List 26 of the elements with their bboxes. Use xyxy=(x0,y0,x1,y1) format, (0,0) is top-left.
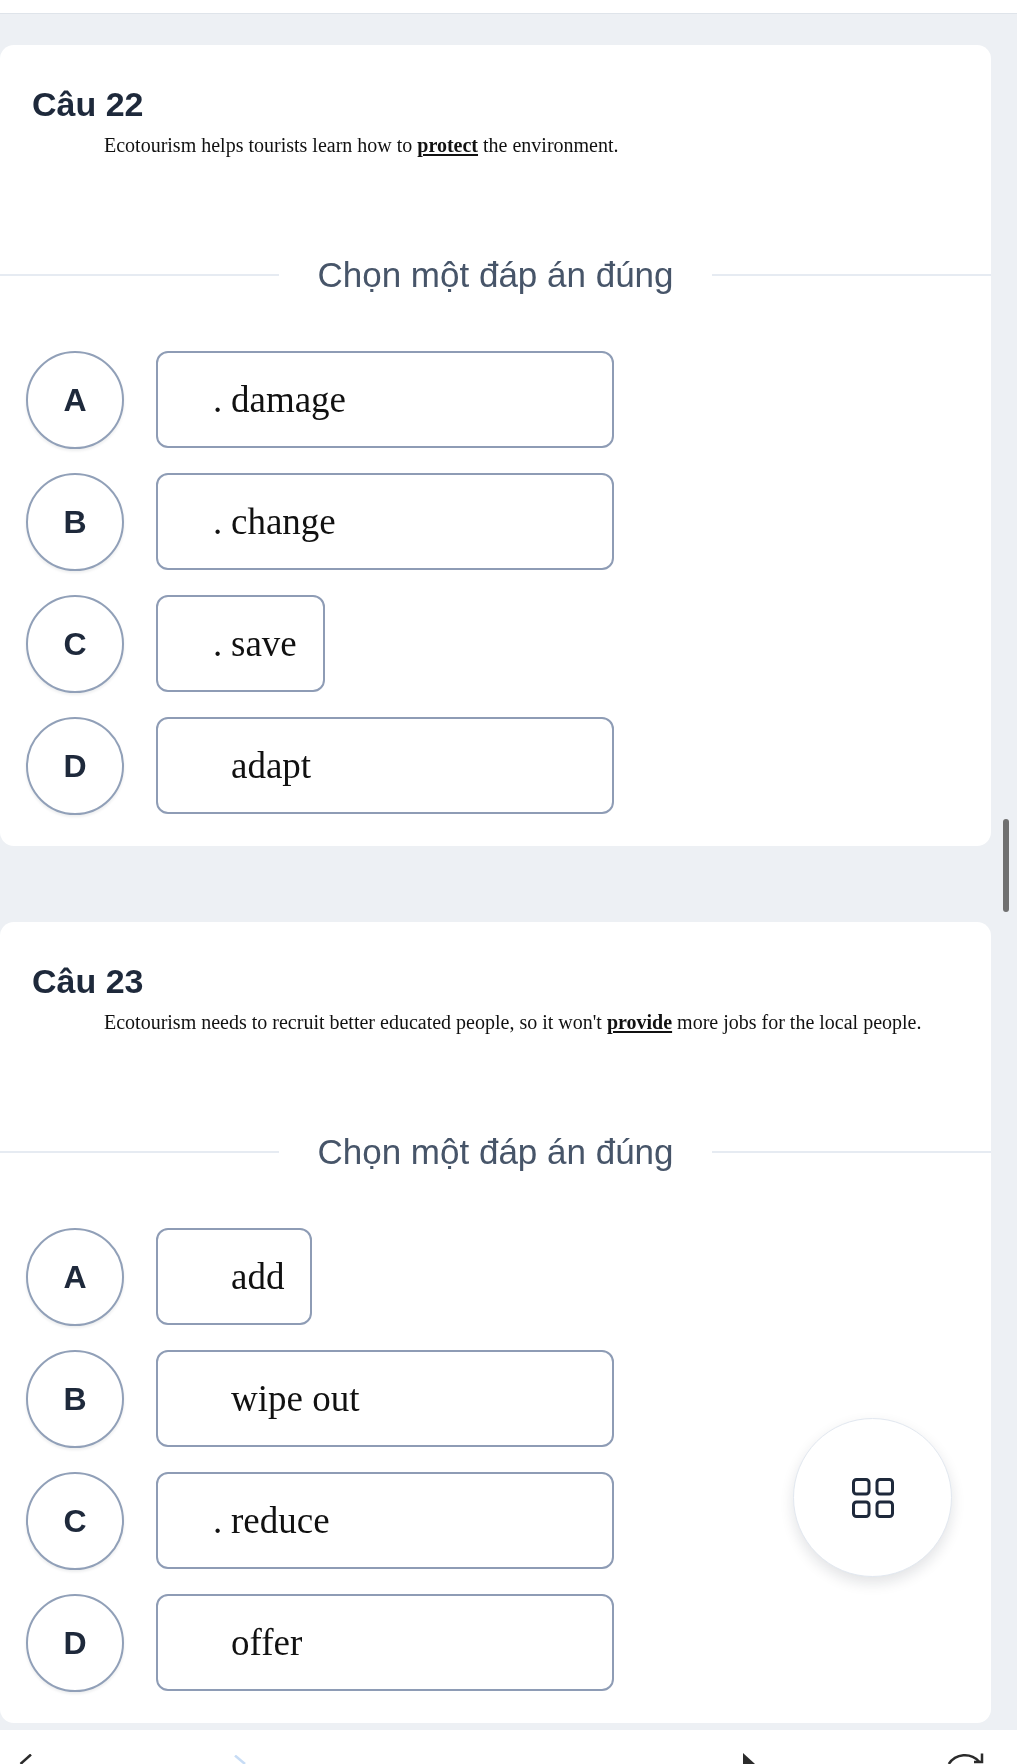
answer-option[interactable]: adapt xyxy=(156,717,614,815)
option-letter[interactable]: B xyxy=(26,1349,124,1448)
option-letter[interactable]: A xyxy=(26,1227,124,1326)
scrollbar-thumb[interactable] xyxy=(1003,819,1009,912)
grid-icon xyxy=(851,1477,894,1518)
option-letter[interactable]: D xyxy=(26,1593,124,1692)
option-letter[interactable]: B xyxy=(26,472,124,571)
question-sentence: Ecotourism helps tourists learn how to protect the environment. xyxy=(104,132,620,159)
question-title: Câu 23 xyxy=(32,960,144,1002)
triangle-icon[interactable] xyxy=(743,1753,755,1764)
answer-option[interactable]: . damage xyxy=(156,351,614,449)
question-sentence: Ecotourism needs to recruit better educated people, so it won't provide more jobs for the local people. xyxy=(104,1009,923,1036)
option-letter[interactable]: A xyxy=(26,350,124,449)
answer-option[interactable]: add xyxy=(156,1228,313,1326)
option-letter[interactable]: C xyxy=(26,1471,124,1570)
option-letter[interactable]: D xyxy=(26,716,124,815)
answer-option[interactable]: . save xyxy=(156,595,325,693)
answer-prompt: Chọn một đáp án đúng xyxy=(317,253,674,296)
chevron-left-icon[interactable] xyxy=(19,1754,32,1764)
answer-option[interactable]: . reduce xyxy=(156,1472,614,1570)
option-letter[interactable]: C xyxy=(26,594,124,693)
answer-option[interactable]: . change xyxy=(156,473,614,571)
answer-option[interactable]: offer xyxy=(156,1594,614,1692)
question-title: Câu 22 xyxy=(32,84,144,125)
answer-option[interactable]: wipe out xyxy=(156,1350,614,1448)
answer-prompt: Chọn một đáp án đúng xyxy=(317,1130,674,1173)
